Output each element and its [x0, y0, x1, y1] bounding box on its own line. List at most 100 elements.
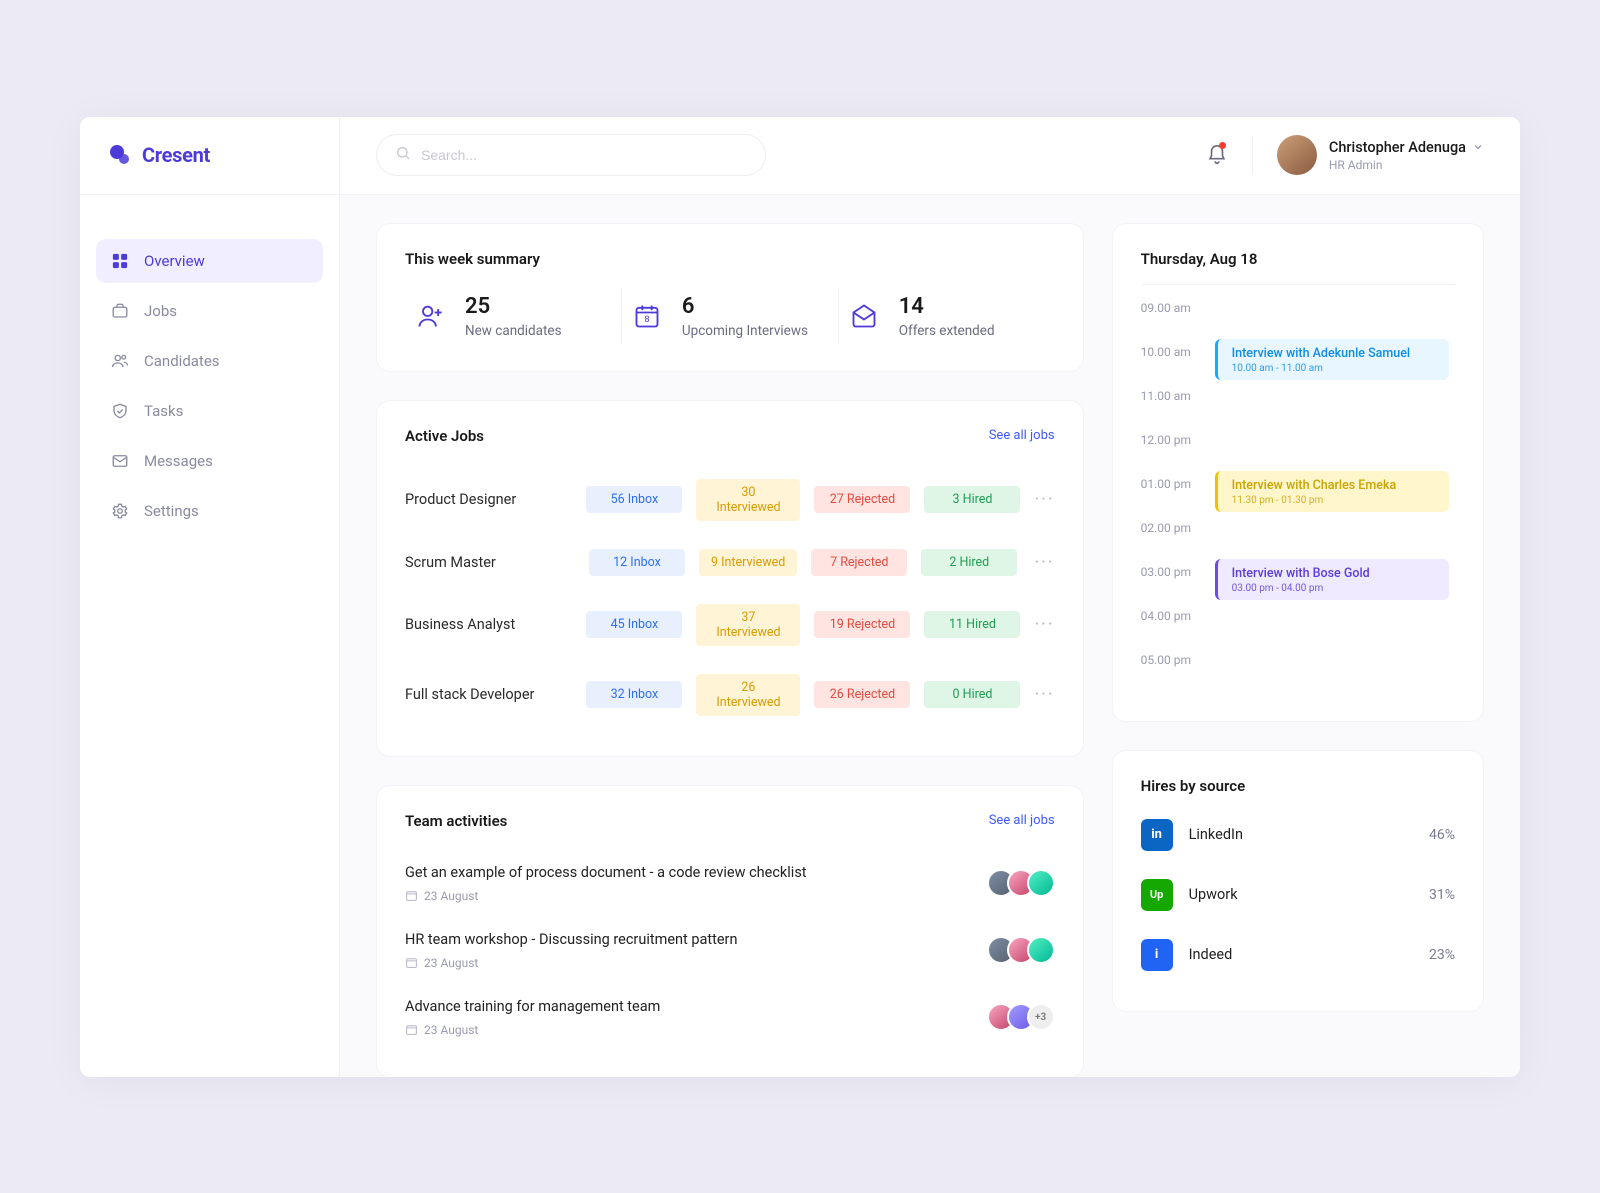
sidebar-item-label: Overview [144, 252, 205, 270]
activity-date: 23 August [405, 889, 979, 903]
event-title: Interview with Bose Gold [1232, 566, 1437, 581]
job-more-button[interactable]: ··· [1034, 552, 1054, 573]
job-rejected-pill: 7 Rejected [811, 549, 907, 576]
job-rejected-pill: 27 Rejected [814, 486, 910, 513]
source-icon: Up [1141, 879, 1173, 911]
job-hired-pill: 3 Hired [924, 486, 1020, 513]
job-name: Scrum Master [405, 554, 575, 571]
activity-item[interactable]: Get an example of process document - a c… [405, 850, 1055, 917]
brand-logo-icon [108, 143, 132, 167]
summary-card: This week summary 25 New candidates8 6 U… [376, 223, 1084, 372]
sidebar-item-candidates[interactable]: Candidates [96, 339, 323, 383]
slot-time: 01.00 pm [1141, 475, 1197, 491]
briefcase-icon [110, 301, 130, 321]
sidebar-item-label: Jobs [144, 302, 177, 320]
divider [1252, 137, 1253, 173]
job-hired-pill: 11 Hired [924, 611, 1020, 638]
summary-stat: 25 New candidates [405, 288, 622, 345]
activity-avatars: +3 [995, 1003, 1055, 1031]
svg-text:8: 8 [644, 314, 649, 325]
sidebar-item-label: Tasks [144, 402, 183, 420]
activity-item[interactable]: HR team workshop - Discussing recruitmen… [405, 917, 1055, 984]
hires-title: Hires by source [1141, 777, 1455, 795]
job-interviewed-pill: 30 Interviewed [696, 479, 800, 521]
job-more-button[interactable]: ··· [1034, 614, 1054, 635]
sidebar-nav: Overview Jobs Candidates Tasks Messages Setti… [80, 195, 339, 533]
job-hired-pill: 0 Hired [924, 681, 1020, 708]
user-menu[interactable]: Christopher Adenuga HR Admin [1277, 135, 1484, 175]
job-row: Product Designer 56 Inbox 30 Interviewed… [405, 465, 1055, 535]
stat-label: Offers extended [899, 323, 995, 339]
user-meta: Christopher Adenuga HR Admin [1329, 139, 1484, 172]
sidebar: Cresent Overview Jobs Candidates Tasks Messa… [80, 117, 340, 1077]
search-box[interactable] [376, 134, 766, 176]
users-icon [110, 351, 130, 371]
job-more-button[interactable]: ··· [1034, 489, 1054, 510]
notifications-button[interactable] [1206, 144, 1228, 166]
job-inbox-pill: 12 Inbox [589, 549, 685, 576]
activity-item[interactable]: Advance training for management team 23 … [405, 984, 1055, 1051]
content: This week summary 25 New candidates8 6 U… [340, 195, 1520, 1077]
calendar-icon [405, 889, 418, 902]
see-all-jobs-link[interactable]: See all jobs [989, 428, 1055, 443]
user-role: HR Admin [1329, 158, 1484, 172]
user-name: Christopher Adenuga [1329, 139, 1466, 156]
topbar: Christopher Adenuga HR Admin [340, 117, 1520, 195]
event-time: 03.00 pm - 04.00 pm [1232, 583, 1437, 594]
calendar-icon [405, 956, 418, 969]
job-inbox-pill: 32 Inbox [586, 681, 682, 708]
brand-name: Cresent [142, 143, 210, 167]
source-icon: i [1141, 939, 1173, 971]
slot-time: 02.00 pm [1141, 519, 1197, 535]
sidebar-item-tasks[interactable]: Tasks [96, 389, 323, 433]
sidebar-item-messages[interactable]: Messages [96, 439, 323, 483]
activity-date: 23 August [405, 1023, 979, 1037]
active-jobs-card: Active Jobs See all jobs Product Designe… [376, 400, 1084, 757]
job-interviewed-pill: 26 Interviewed [696, 674, 800, 716]
user-plus-icon [413, 299, 447, 333]
shield-check-icon [110, 401, 130, 421]
job-name: Business Analyst [405, 616, 572, 633]
sidebar-item-label: Messages [144, 452, 213, 470]
source-percent: 46% [1429, 827, 1455, 843]
schedule-slot: 04.00 pm [1141, 607, 1455, 651]
sidebar-item-jobs[interactable]: Jobs [96, 289, 323, 333]
search-input[interactable] [421, 147, 747, 163]
notification-dot-icon [1219, 142, 1226, 149]
active-jobs-title: Active Jobs [405, 427, 484, 445]
schedule-slot: 03.00 pm Interview with Bose Gold 03.00 … [1141, 563, 1455, 607]
schedule-slot: 12.00 pm [1141, 431, 1455, 475]
search-icon [395, 145, 411, 165]
avatar-overflow: +3 [1027, 1003, 1055, 1031]
job-inbox-pill: 45 Inbox [586, 611, 682, 638]
activity-date: 23 August [405, 956, 979, 970]
source-name: Indeed [1189, 946, 1413, 963]
slot-time: 04.00 pm [1141, 607, 1197, 623]
job-name: Full stack Developer [405, 686, 572, 703]
calendar-icon: 8 [630, 299, 664, 333]
source-name: Upwork [1189, 886, 1413, 903]
slot-time: 10.00 am [1141, 343, 1197, 359]
calendar-icon [405, 1023, 418, 1036]
app-frame: Cresent Overview Jobs Candidates Tasks Messa… [80, 117, 1520, 1077]
sidebar-item-settings[interactable]: Settings [96, 489, 323, 533]
schedule-event[interactable]: Interview with Adekunle Samuel 10.00 am … [1215, 339, 1449, 380]
job-row: Business Analyst 45 Inbox 37 Interviewed… [405, 590, 1055, 660]
job-name: Product Designer [405, 491, 572, 508]
job-inbox-pill: 56 Inbox [586, 486, 682, 513]
stat-label: Upcoming Interviews [682, 323, 808, 339]
slot-time: 03.00 pm [1141, 563, 1197, 579]
source-name: LinkedIn [1189, 826, 1413, 843]
schedule-date: Thursday, Aug 18 [1141, 250, 1455, 285]
team-activities-title: Team activities [405, 812, 507, 830]
job-more-button[interactable]: ··· [1034, 684, 1054, 705]
event-title: Interview with Adekunle Samuel [1232, 346, 1437, 361]
sidebar-item-overview[interactable]: Overview [96, 239, 323, 283]
avatar [1277, 135, 1317, 175]
hire-source-row: i Indeed 23% [1141, 925, 1455, 985]
activity-title: HR team workshop - Discussing recruitmen… [405, 931, 979, 948]
slot-time: 05.00 pm [1141, 651, 1197, 667]
schedule-event[interactable]: Interview with Bose Gold 03.00 pm - 04.0… [1215, 559, 1449, 600]
see-all-activities-link[interactable]: See all jobs [989, 813, 1055, 828]
schedule-event[interactable]: Interview with Charles Emeka 11.30 pm - … [1215, 471, 1449, 512]
